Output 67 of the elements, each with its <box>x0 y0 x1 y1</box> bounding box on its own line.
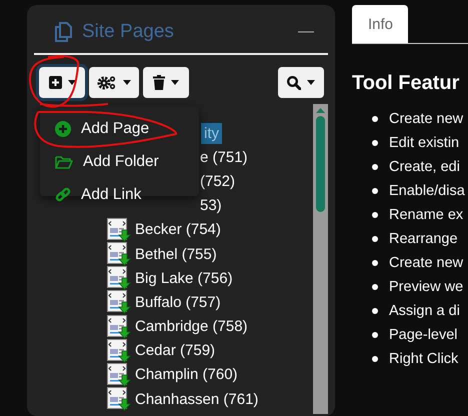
scroll-up-icon <box>316 108 325 113</box>
feature-item: Preview we <box>389 279 464 295</box>
bullet-icon <box>372 260 378 266</box>
add-dropdown-button[interactable] <box>39 67 85 98</box>
bullet-icon <box>372 356 378 362</box>
scroll-thumb[interactable] <box>316 116 325 212</box>
menu-item[interactable]: Add Page <box>40 112 199 145</box>
search-dropdown-button[interactable] <box>278 67 324 98</box>
feature-item: Create, edi <box>389 159 460 175</box>
bullet-icon <box>372 236 378 242</box>
tree-item[interactable]: Cambridge (758) <box>133 317 250 336</box>
feature-item: Assign a di <box>389 303 460 319</box>
plus-circle-icon <box>55 120 71 136</box>
tree-item[interactable]: Becker (754) <box>133 220 223 240</box>
caret-icon <box>123 80 131 85</box>
web-page-icon <box>107 242 131 266</box>
section-heading: Tool Featur <box>352 72 460 95</box>
tree-item[interactable]: Big Lake (756) <box>133 268 235 288</box>
tree-item[interactable]: Bethel (755) <box>133 244 219 264</box>
search-icon <box>287 76 301 90</box>
feature-item: Rearrange <box>389 231 458 247</box>
web-page-icon <box>107 387 131 412</box>
bullet-icon <box>372 164 378 170</box>
gears-icon <box>97 75 117 90</box>
feature-item: Create new <box>389 111 464 127</box>
web-page-icon <box>107 290 131 314</box>
copy-pages-icon <box>55 22 72 42</box>
web-page-icon <box>107 266 131 290</box>
web-page-icon <box>107 314 131 339</box>
tree-item[interactable]: (752) <box>198 172 238 191</box>
tree-item[interactable]: Buffalo (757) <box>133 292 223 312</box>
feature-item: Enable/disa <box>389 183 465 199</box>
plus-square-icon <box>48 76 62 89</box>
bullet-icon <box>372 116 378 122</box>
trash-icon <box>153 75 165 90</box>
bullet-icon <box>372 332 378 338</box>
panel-title: Site Pages <box>82 21 175 43</box>
minimize-button[interactable]: — <box>298 23 314 41</box>
gears-dropdown-button[interactable] <box>89 67 139 98</box>
bullet-icon <box>372 140 378 146</box>
web-page-icon <box>107 362 131 387</box>
tree-item[interactable]: e (751) <box>198 148 250 167</box>
feature-item: Edit existin <box>389 135 460 151</box>
caret-icon <box>68 80 76 85</box>
menu-item[interactable]: Add Link <box>40 178 199 211</box>
scrollbar[interactable] <box>313 104 328 414</box>
feature-item: Right Click <box>389 351 458 367</box>
trash-dropdown-button[interactable] <box>143 67 189 98</box>
feature-item: Page-level <box>389 327 458 343</box>
feature-item: Rename ex <box>389 207 464 223</box>
bullet-icon <box>372 188 378 194</box>
bullet-icon <box>372 308 378 314</box>
menu-item[interactable]: Add Folder <box>40 145 199 178</box>
feature-item: Create new <box>389 255 464 271</box>
tree-item[interactable]: Champlin (760) <box>133 365 240 384</box>
tree-item[interactable]: Chanhassen (761) <box>133 390 260 409</box>
caret-icon <box>307 80 315 85</box>
web-page-icon <box>107 218 131 242</box>
bullet-icon <box>372 284 378 290</box>
folder-icon <box>55 154 73 168</box>
tree-item[interactable]: 53) <box>198 196 224 216</box>
bullet-icon <box>372 212 378 218</box>
link-icon <box>55 186 71 202</box>
tab[interactable]: Info <box>352 5 408 43</box>
caret-icon <box>171 80 179 85</box>
web-page-icon <box>107 338 131 363</box>
tree-item[interactable]: Cedar (759) <box>133 341 218 360</box>
